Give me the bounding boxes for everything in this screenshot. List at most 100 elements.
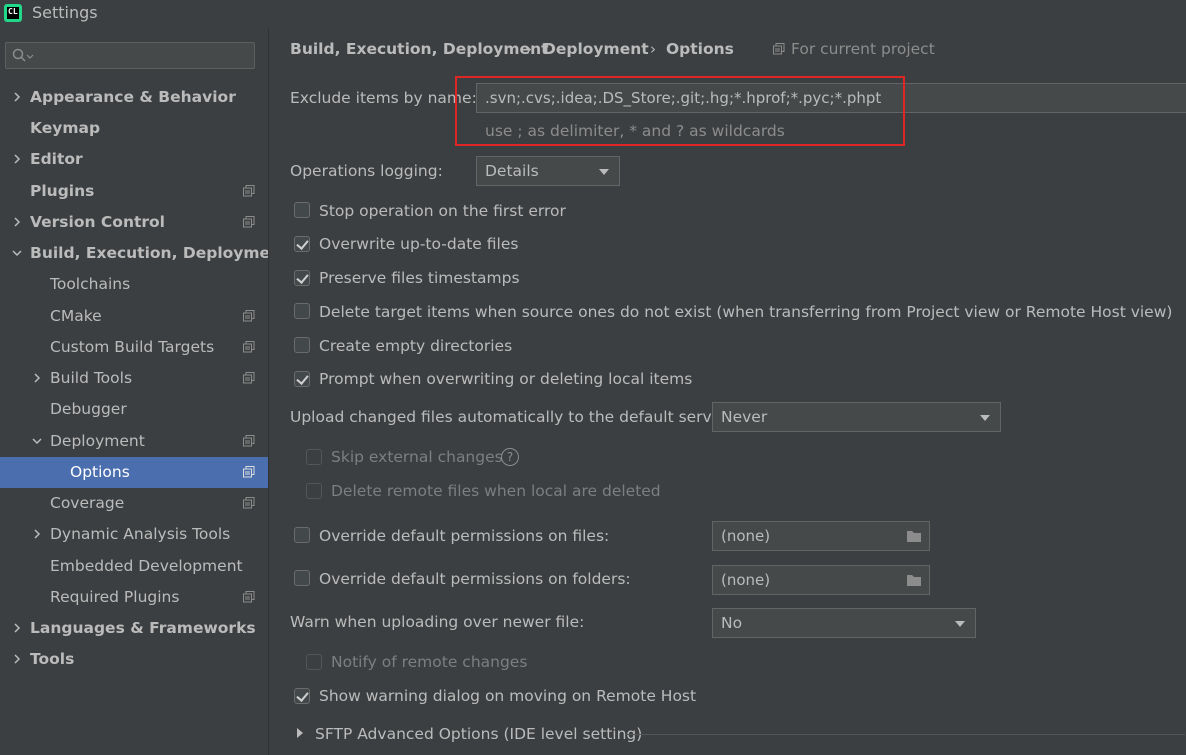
warn-upload-select[interactable]: No	[712, 608, 976, 638]
sidebar-item-dynamic-analysis-tools[interactable]: Dynamic Analysis Tools	[0, 519, 268, 550]
chevron-down-icon[interactable]	[12, 248, 22, 258]
project-scope-icon	[243, 310, 255, 322]
warn-upload-value: No	[721, 614, 743, 632]
upload-auto-select[interactable]: Never	[712, 402, 1001, 432]
create-empty-dirs-label: Create empty directories	[319, 337, 513, 355]
chevron-right-icon[interactable]	[12, 154, 22, 164]
sidebar-item-cmake[interactable]: CMake	[0, 301, 268, 332]
prompt-overwrite-label: Prompt when overwriting or deleting loca…	[319, 370, 693, 388]
sidebar-item-embedded-development[interactable]: Embedded Development	[0, 551, 268, 582]
override-folders-checkbox[interactable]	[294, 570, 310, 586]
stop-on-error-label: Stop operation on the first error	[319, 202, 566, 220]
chevron-down-icon[interactable]	[32, 436, 42, 446]
sidebar-item-coverage[interactable]: Coverage	[0, 488, 268, 519]
chevron-right-icon[interactable]	[32, 373, 42, 383]
breadcrumb-separator: ›	[650, 40, 656, 58]
chevron-right-icon[interactable]	[32, 529, 42, 539]
upload-auto-value: Never	[721, 408, 768, 426]
operations-logging-select[interactable]: Details	[476, 156, 620, 186]
project-scope-icon	[243, 341, 255, 353]
sidebar-item-keymap[interactable]: Keymap	[0, 113, 268, 144]
sidebar-item-languages-frameworks[interactable]: Languages & Frameworks	[0, 613, 268, 644]
sidebar-item-deployment[interactable]: Deployment	[0, 426, 268, 457]
chevron-right-icon[interactable]	[12, 623, 22, 633]
sftp-advanced-options-toggle[interactable]: SFTP Advanced Options (IDE level setting…	[315, 725, 642, 743]
breadcrumb-separator: ›	[526, 40, 532, 58]
preserve-timestamps-checkbox[interactable]	[294, 270, 310, 286]
sidebar-item-required-plugins[interactable]: Required Plugins	[0, 582, 268, 613]
sidebar-item-editor[interactable]: Editor	[0, 144, 268, 175]
sidebar-item-build-tools[interactable]: Build Tools	[0, 363, 268, 394]
settings-search-input[interactable]	[5, 42, 255, 69]
exclude-items-hint: use ; as delimiter, * and ? as wildcards	[485, 122, 785, 140]
project-scope-icon	[243, 372, 255, 384]
overwrite-uptodate-checkbox[interactable]	[294, 236, 310, 252]
override-files-checkbox[interactable]	[294, 527, 310, 543]
skip-external-label: Skip external changes	[331, 448, 503, 466]
override-folders-label: Override default permissions on folders:	[319, 570, 631, 588]
check-icon	[296, 237, 309, 250]
check-icon	[296, 372, 309, 385]
project-scope-icon	[243, 185, 255, 197]
show-warning-checkbox[interactable]	[294, 688, 310, 704]
chevron-right-icon[interactable]	[12, 654, 22, 664]
breadcrumb-deployment[interactable]: Deployment	[543, 40, 649, 58]
dropdown-arrow-icon	[599, 169, 609, 175]
dropdown-arrow-icon	[955, 621, 965, 627]
breadcrumb-build-execution-deployment[interactable]: Build, Execution, Deployment	[290, 40, 549, 58]
window-titlebar: CL Settings	[0, 0, 1186, 28]
delete-remote-label: Delete remote files when local are delet…	[331, 482, 661, 500]
project-scope-icon	[243, 591, 255, 603]
help-icon[interactable]: ?	[501, 448, 519, 466]
sidebar-item-appearance-behavior[interactable]: Appearance & Behavior	[0, 82, 268, 113]
exclude-items-input[interactable]: .svn;.cvs;.idea;.DS_Store;.git;.hg;*.hpr…	[476, 83, 1186, 113]
project-scope-icon	[243, 497, 255, 509]
check-icon	[296, 689, 309, 702]
project-scope-icon	[243, 216, 255, 228]
operations-logging-value: Details	[485, 162, 539, 180]
exclude-items-label: Exclude items by name:	[290, 89, 477, 107]
override-files-label: Override default permissions on files:	[319, 527, 610, 545]
stop-on-error-checkbox[interactable]	[294, 202, 310, 218]
delete-target-label: Delete target items when source ones do …	[319, 303, 1173, 321]
preserve-timestamps-label: Preserve files timestamps	[319, 269, 520, 287]
scope-label: For current project	[791, 40, 935, 58]
window-title: Settings	[32, 3, 98, 22]
sidebar-item-options[interactable]: Options	[0, 457, 268, 488]
create-empty-dirs-checkbox[interactable]	[294, 337, 310, 353]
sidebar-item-version-control[interactable]: Version Control	[0, 207, 268, 238]
upload-auto-label: Upload changed files automatically to th…	[290, 408, 728, 426]
clion-app-icon: CL	[4, 4, 22, 22]
breadcrumb-options: Options	[666, 40, 734, 58]
sidebar-item-debugger[interactable]: Debugger	[0, 394, 268, 425]
operations-logging-label: Operations logging:	[290, 162, 443, 180]
overwrite-uptodate-label: Overwrite up-to-date files	[319, 235, 519, 253]
folder-browse-icon[interactable]	[899, 566, 929, 594]
dropdown-arrow-icon	[980, 415, 990, 421]
override-folders-value: (none)	[721, 571, 771, 589]
chevron-right-icon[interactable]	[296, 728, 304, 738]
section-divider	[625, 734, 1185, 735]
settings-content-panel: Build, Execution, Deployment › Deploymen…	[268, 28, 1186, 755]
sidebar-item-custom-build-targets[interactable]: Custom Build Targets	[0, 332, 268, 363]
project-scope-icon	[773, 43, 785, 55]
sidebar-item-toolchains[interactable]: Toolchains	[0, 269, 268, 300]
warn-upload-label: Warn when uploading over newer file:	[290, 613, 585, 631]
delete-target-checkbox[interactable]	[294, 303, 310, 319]
sidebar-item-tools[interactable]: Tools	[0, 644, 268, 675]
show-warning-label: Show warning dialog on moving on Remote …	[319, 687, 697, 705]
check-icon	[296, 271, 309, 284]
chevron-right-icon[interactable]	[12, 217, 22, 227]
chevron-right-icon[interactable]	[12, 92, 22, 102]
sidebar-item-build-execution-deployment[interactable]: Build, Execution, Deployment	[0, 238, 289, 269]
delete-remote-checkbox[interactable]	[306, 483, 322, 499]
folder-browse-icon[interactable]	[899, 522, 929, 550]
override-files-input[interactable]: (none)	[712, 521, 930, 551]
search-icon	[12, 48, 34, 62]
override-folders-input[interactable]: (none)	[712, 565, 930, 595]
project-scope-icon	[243, 466, 255, 478]
notify-remote-checkbox[interactable]	[306, 654, 322, 670]
skip-external-checkbox[interactable]	[306, 449, 322, 465]
prompt-overwrite-checkbox[interactable]	[294, 371, 310, 387]
sidebar-item-plugins[interactable]: Plugins	[0, 176, 268, 207]
